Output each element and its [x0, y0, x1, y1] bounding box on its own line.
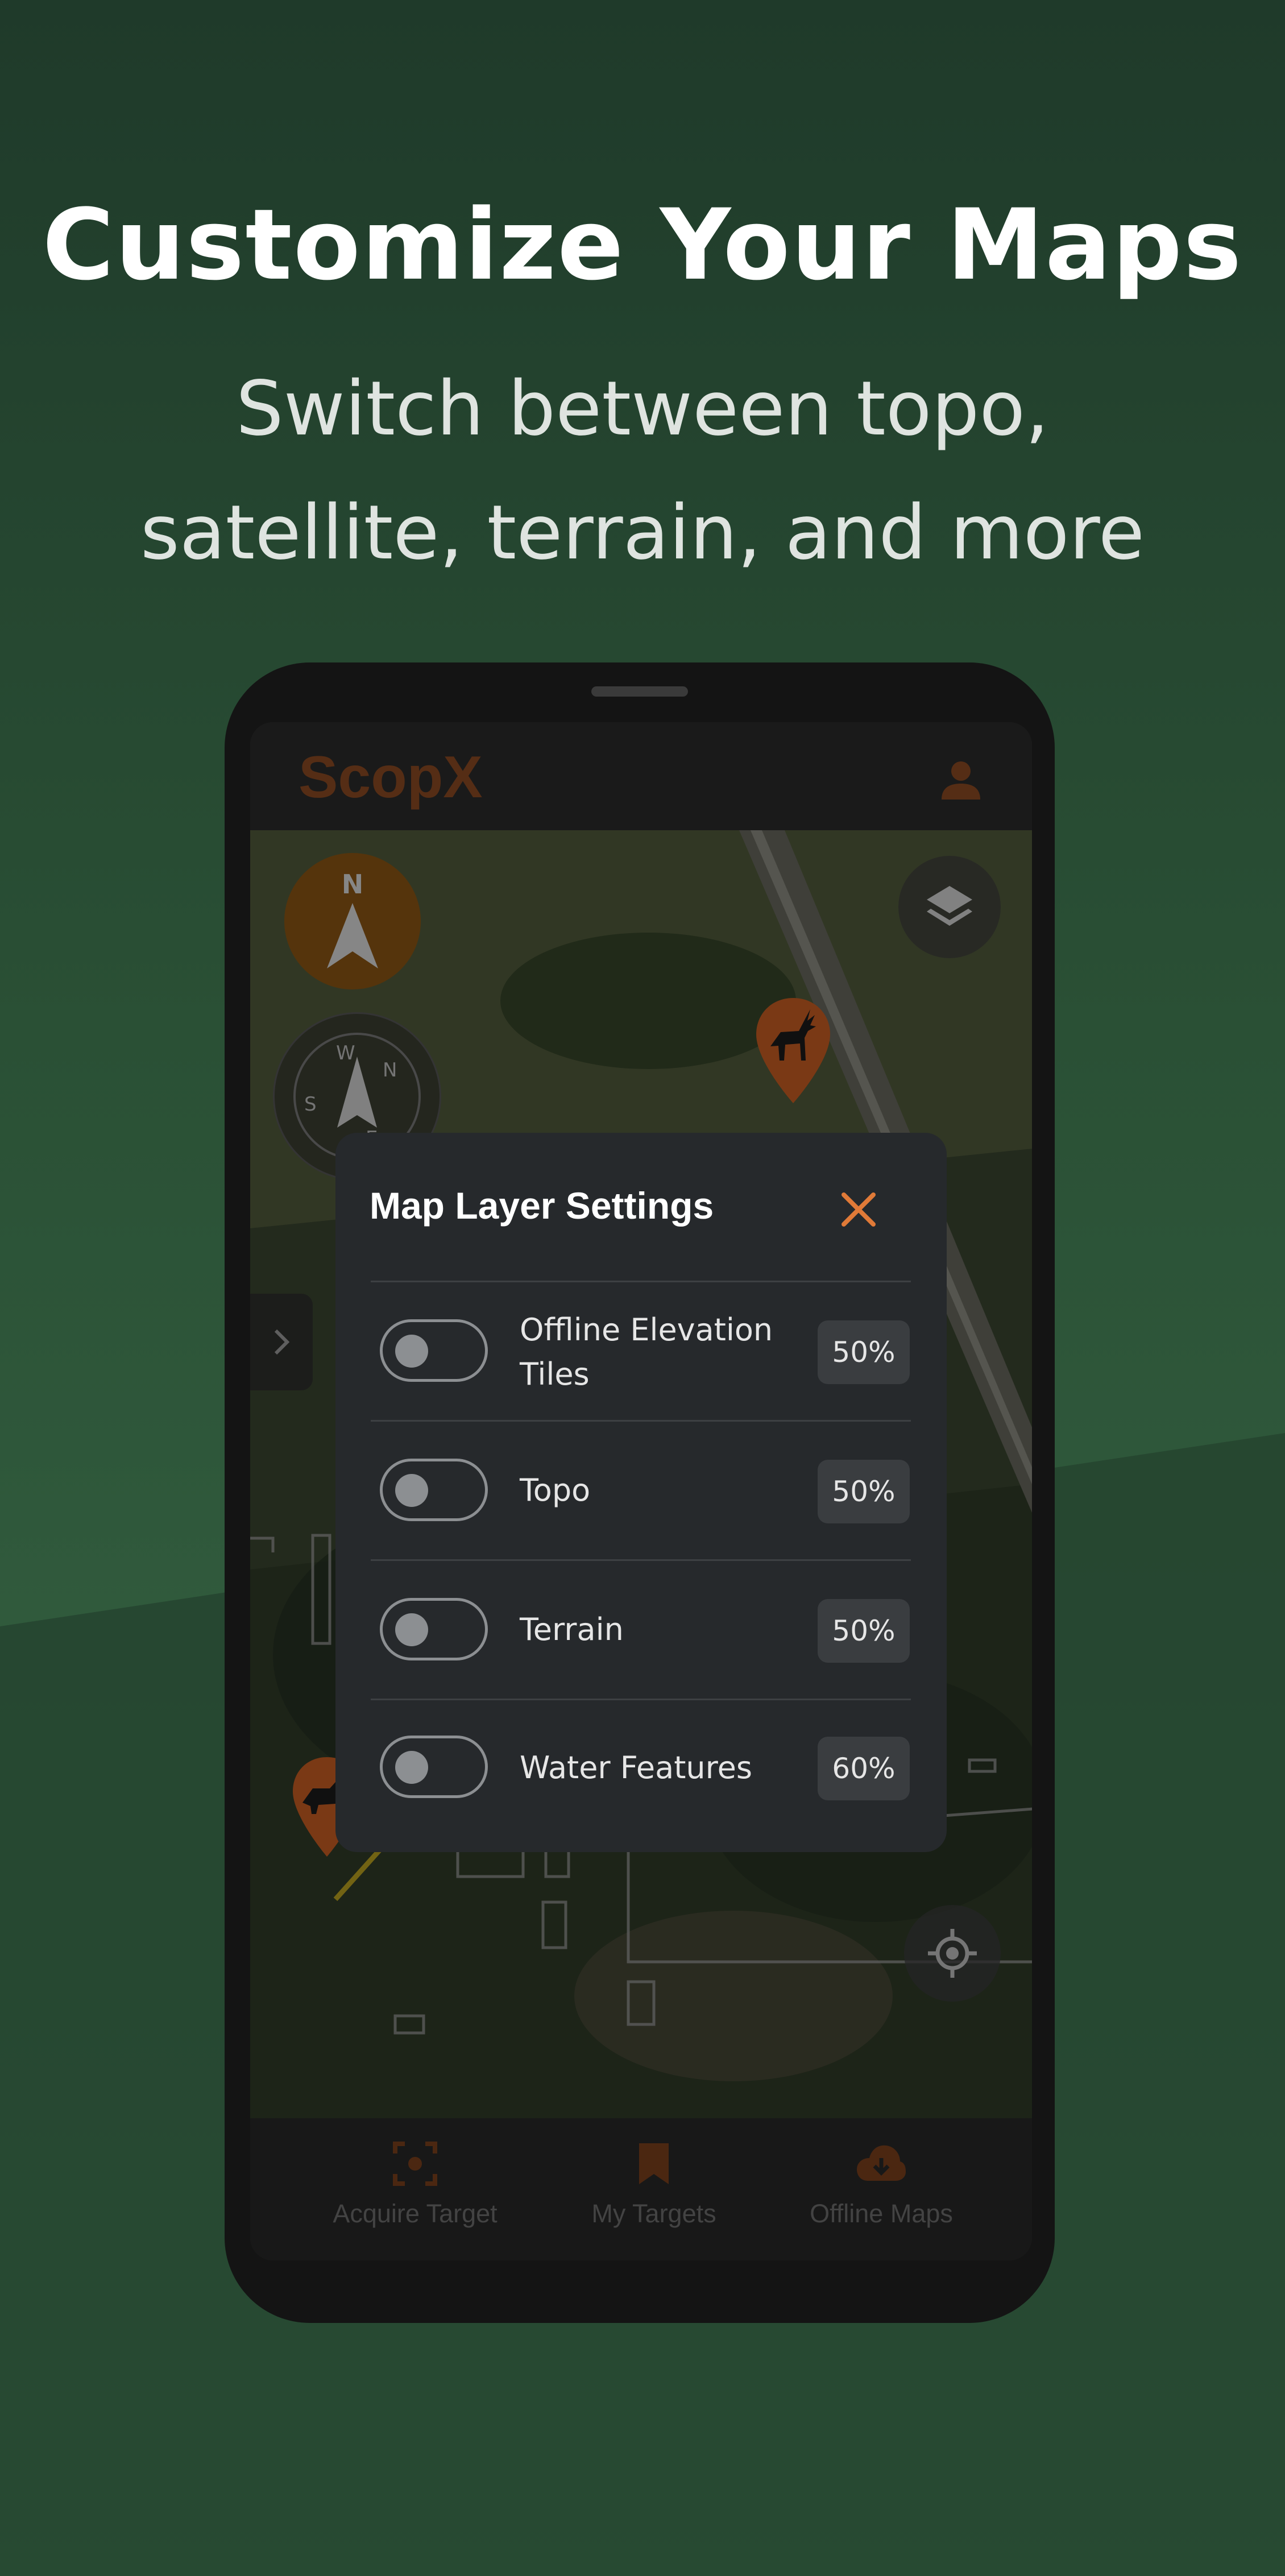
toggle-knob: [395, 1613, 428, 1646]
promo-headline: Customize Your Maps: [42, 188, 1243, 302]
toggle-knob: [395, 1474, 428, 1507]
layer-toggle[interactable]: [380, 1459, 488, 1521]
layer-toggle[interactable]: [380, 1319, 488, 1382]
layer-opacity[interactable]: 50%: [818, 1599, 910, 1663]
layer-label: Topo: [520, 1472, 591, 1508]
close-icon[interactable]: [836, 1187, 881, 1232]
dialog-title: Map Layer Settings: [370, 1185, 714, 1227]
layer-opacity[interactable]: 50%: [818, 1460, 910, 1523]
map-layer-settings-dialog: Map Layer Settings Offline Elevation Til…: [335, 1133, 947, 1852]
layer-opacity[interactable]: 60%: [818, 1737, 910, 1800]
layer-label: Water Features: [520, 1750, 752, 1786]
layer-label: Terrain: [520, 1612, 624, 1647]
layer-toggle[interactable]: [380, 1736, 488, 1798]
promo-subheadline: Switch between topo, satellite, terrain,…: [140, 365, 1145, 577]
layer-row-offline-elevation: Offline Elevation Tiles 50%: [371, 1281, 911, 1422]
layer-opacity[interactable]: 50%: [818, 1320, 910, 1384]
layer-label: Offline Elevation Tiles: [520, 1312, 773, 1392]
layer-row-water-features: Water Features 60%: [371, 1699, 911, 1837]
toggle-knob: [395, 1751, 428, 1784]
layer-toggle[interactable]: [380, 1598, 488, 1660]
layer-row-topo: Topo 50%: [371, 1420, 911, 1561]
layer-row-terrain: Terrain 50%: [371, 1559, 911, 1700]
toggle-knob: [395, 1335, 428, 1368]
phone-speaker: [591, 686, 688, 697]
